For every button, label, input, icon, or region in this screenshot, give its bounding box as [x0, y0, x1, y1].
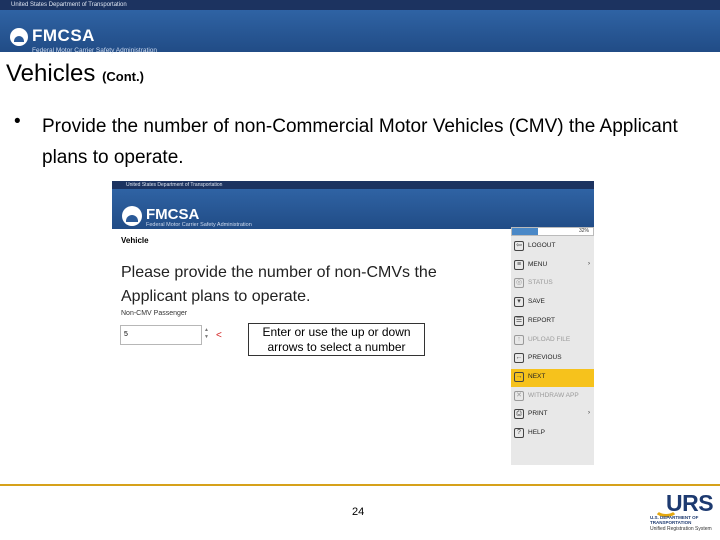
- menu-item-next[interactable]: → NEXT: [511, 368, 594, 387]
- menu-item-withdraw-app[interactable]: ✕ WITHDRAW APP: [511, 388, 594, 406]
- menu-item-label: NEXT: [528, 372, 546, 380]
- dot-strip-text: United States Department of Transportati…: [11, 2, 127, 8]
- menu-item-label: STATUS: [528, 279, 553, 287]
- menu-item-logout[interactable]: ⇦ LOGOUT: [511, 238, 594, 256]
- logout-icon: ⇦: [514, 241, 524, 251]
- screen-dot-strip: United States Department of Transportati…: [112, 181, 594, 189]
- menu-item-print[interactable]: ⎙ PRINT ›: [511, 406, 594, 424]
- footer-rule: [0, 484, 720, 486]
- progress-fill: [512, 228, 538, 235]
- menu-icon: ≡: [514, 259, 524, 270]
- menu-item-label: UPLOAD FILE: [528, 335, 571, 343]
- next-icon: →: [514, 371, 524, 382]
- field-label: Non-CMV Passenger: [121, 310, 188, 317]
- slide-heading: Vehicles (Cont.): [6, 60, 144, 88]
- menu-item-report[interactable]: ☰ REPORT: [511, 313, 594, 331]
- progress-label: 32%: [578, 228, 589, 234]
- slide-heading-cont: (Cont.): [102, 69, 144, 84]
- stepper-down-icon[interactable]: ▼: [204, 334, 209, 340]
- urs-wordmark: URS: [666, 490, 714, 516]
- withdraw-icon: ✕: [514, 390, 524, 401]
- side-menu: 32% ⇦ LOGOUT ≡ MENU › ◎ STATUS ▾ SAVE ☰ REPORT ↑ UPL…: [511, 227, 594, 465]
- report-icon: ☰: [514, 315, 524, 326]
- menu-item-label: HELP: [528, 429, 545, 436]
- pointer-arrow: <: [216, 330, 222, 341]
- screen-brand: FMCSA: [146, 206, 200, 223]
- urs-tagline: U.S. DEPARTMENT OF TRANSPORTATION: [650, 515, 699, 525]
- number-stepper[interactable]: ▲ ▼: [204, 327, 209, 341]
- dot-strip: United States Department of Transportati…: [0, 0, 720, 10]
- print-icon: ⎙: [514, 409, 524, 420]
- menu-item-label: REPORT: [528, 316, 555, 324]
- menu-item-help[interactable]: ? HELP: [511, 425, 594, 443]
- instruction-callout: Enter or use the up or down arrows to se…: [248, 323, 425, 356]
- urs-logo: URS U.S. DEPARTMENT OF TRANSPORTATION Un…: [650, 488, 718, 538]
- menu-item-label: LOGOUT: [528, 242, 556, 249]
- chevron-right-icon: ›: [588, 410, 590, 417]
- menu-item-menu[interactable]: ≡ MENU ›: [511, 257, 594, 275]
- banner-brand: FMCSA: [32, 26, 95, 45]
- help-icon: ?: [514, 428, 524, 438]
- page-number: 24: [352, 506, 365, 518]
- menu-item-label: PREVIOUS: [528, 354, 562, 362]
- embedded-screenshot: United States Department of Transportati…: [112, 181, 594, 465]
- fmcsa-banner: FMCSA Federal Motor Carrier Safety Admin…: [0, 10, 720, 54]
- bullet-text: Provide the number of non-Commercial Mot…: [42, 116, 678, 168]
- screen-brand-sub: Federal Motor Carrier Safety Administrat…: [146, 222, 252, 228]
- screen-fmcsa-logo-icon: [122, 206, 142, 226]
- menu-item-save[interactable]: ▾ SAVE: [511, 294, 594, 312]
- stepper-up-icon[interactable]: ▲: [204, 327, 209, 333]
- fmcsa-logo-icon: [10, 28, 28, 46]
- menu-item-status[interactable]: ◎ STATUS: [511, 275, 594, 293]
- save-icon: ▾: [514, 297, 524, 308]
- slide-heading-main: Vehicles: [6, 60, 96, 87]
- menu-item-label: MENU: [528, 260, 548, 268]
- chevron-right-icon: ›: [588, 260, 590, 267]
- status-icon: ◎: [514, 278, 524, 289]
- question-text: Please provide the number of non-CMVs th…: [121, 264, 437, 305]
- progress-bar: 32%: [511, 227, 594, 236]
- bullet-marker: •: [14, 111, 21, 132]
- previous-icon: ←: [514, 353, 524, 364]
- non-cmv-passenger-input[interactable]: 5: [120, 325, 202, 345]
- menu-item-label: SAVE: [528, 298, 545, 306]
- menu-item-label: PRINT: [528, 410, 548, 418]
- section-title: Vehicle: [121, 236, 149, 245]
- screen-banner: FMCSA Federal Motor Carrier Safety Admin…: [112, 189, 594, 229]
- urs-subline: Unified Registration System: [650, 526, 712, 532]
- banner-brand-sub: Federal Motor Carrier Safety Administrat…: [32, 47, 157, 54]
- upload-icon: ↑: [514, 334, 524, 345]
- menu-item-previous[interactable]: ← PREVIOUS: [511, 350, 594, 368]
- screen-dot-strip-text: United States Department of Transportati…: [126, 182, 223, 188]
- menu-item-label: WITHDRAW APP: [528, 391, 579, 399]
- menu-item-upload-file[interactable]: ↑ UPLOAD FILE: [511, 332, 594, 350]
